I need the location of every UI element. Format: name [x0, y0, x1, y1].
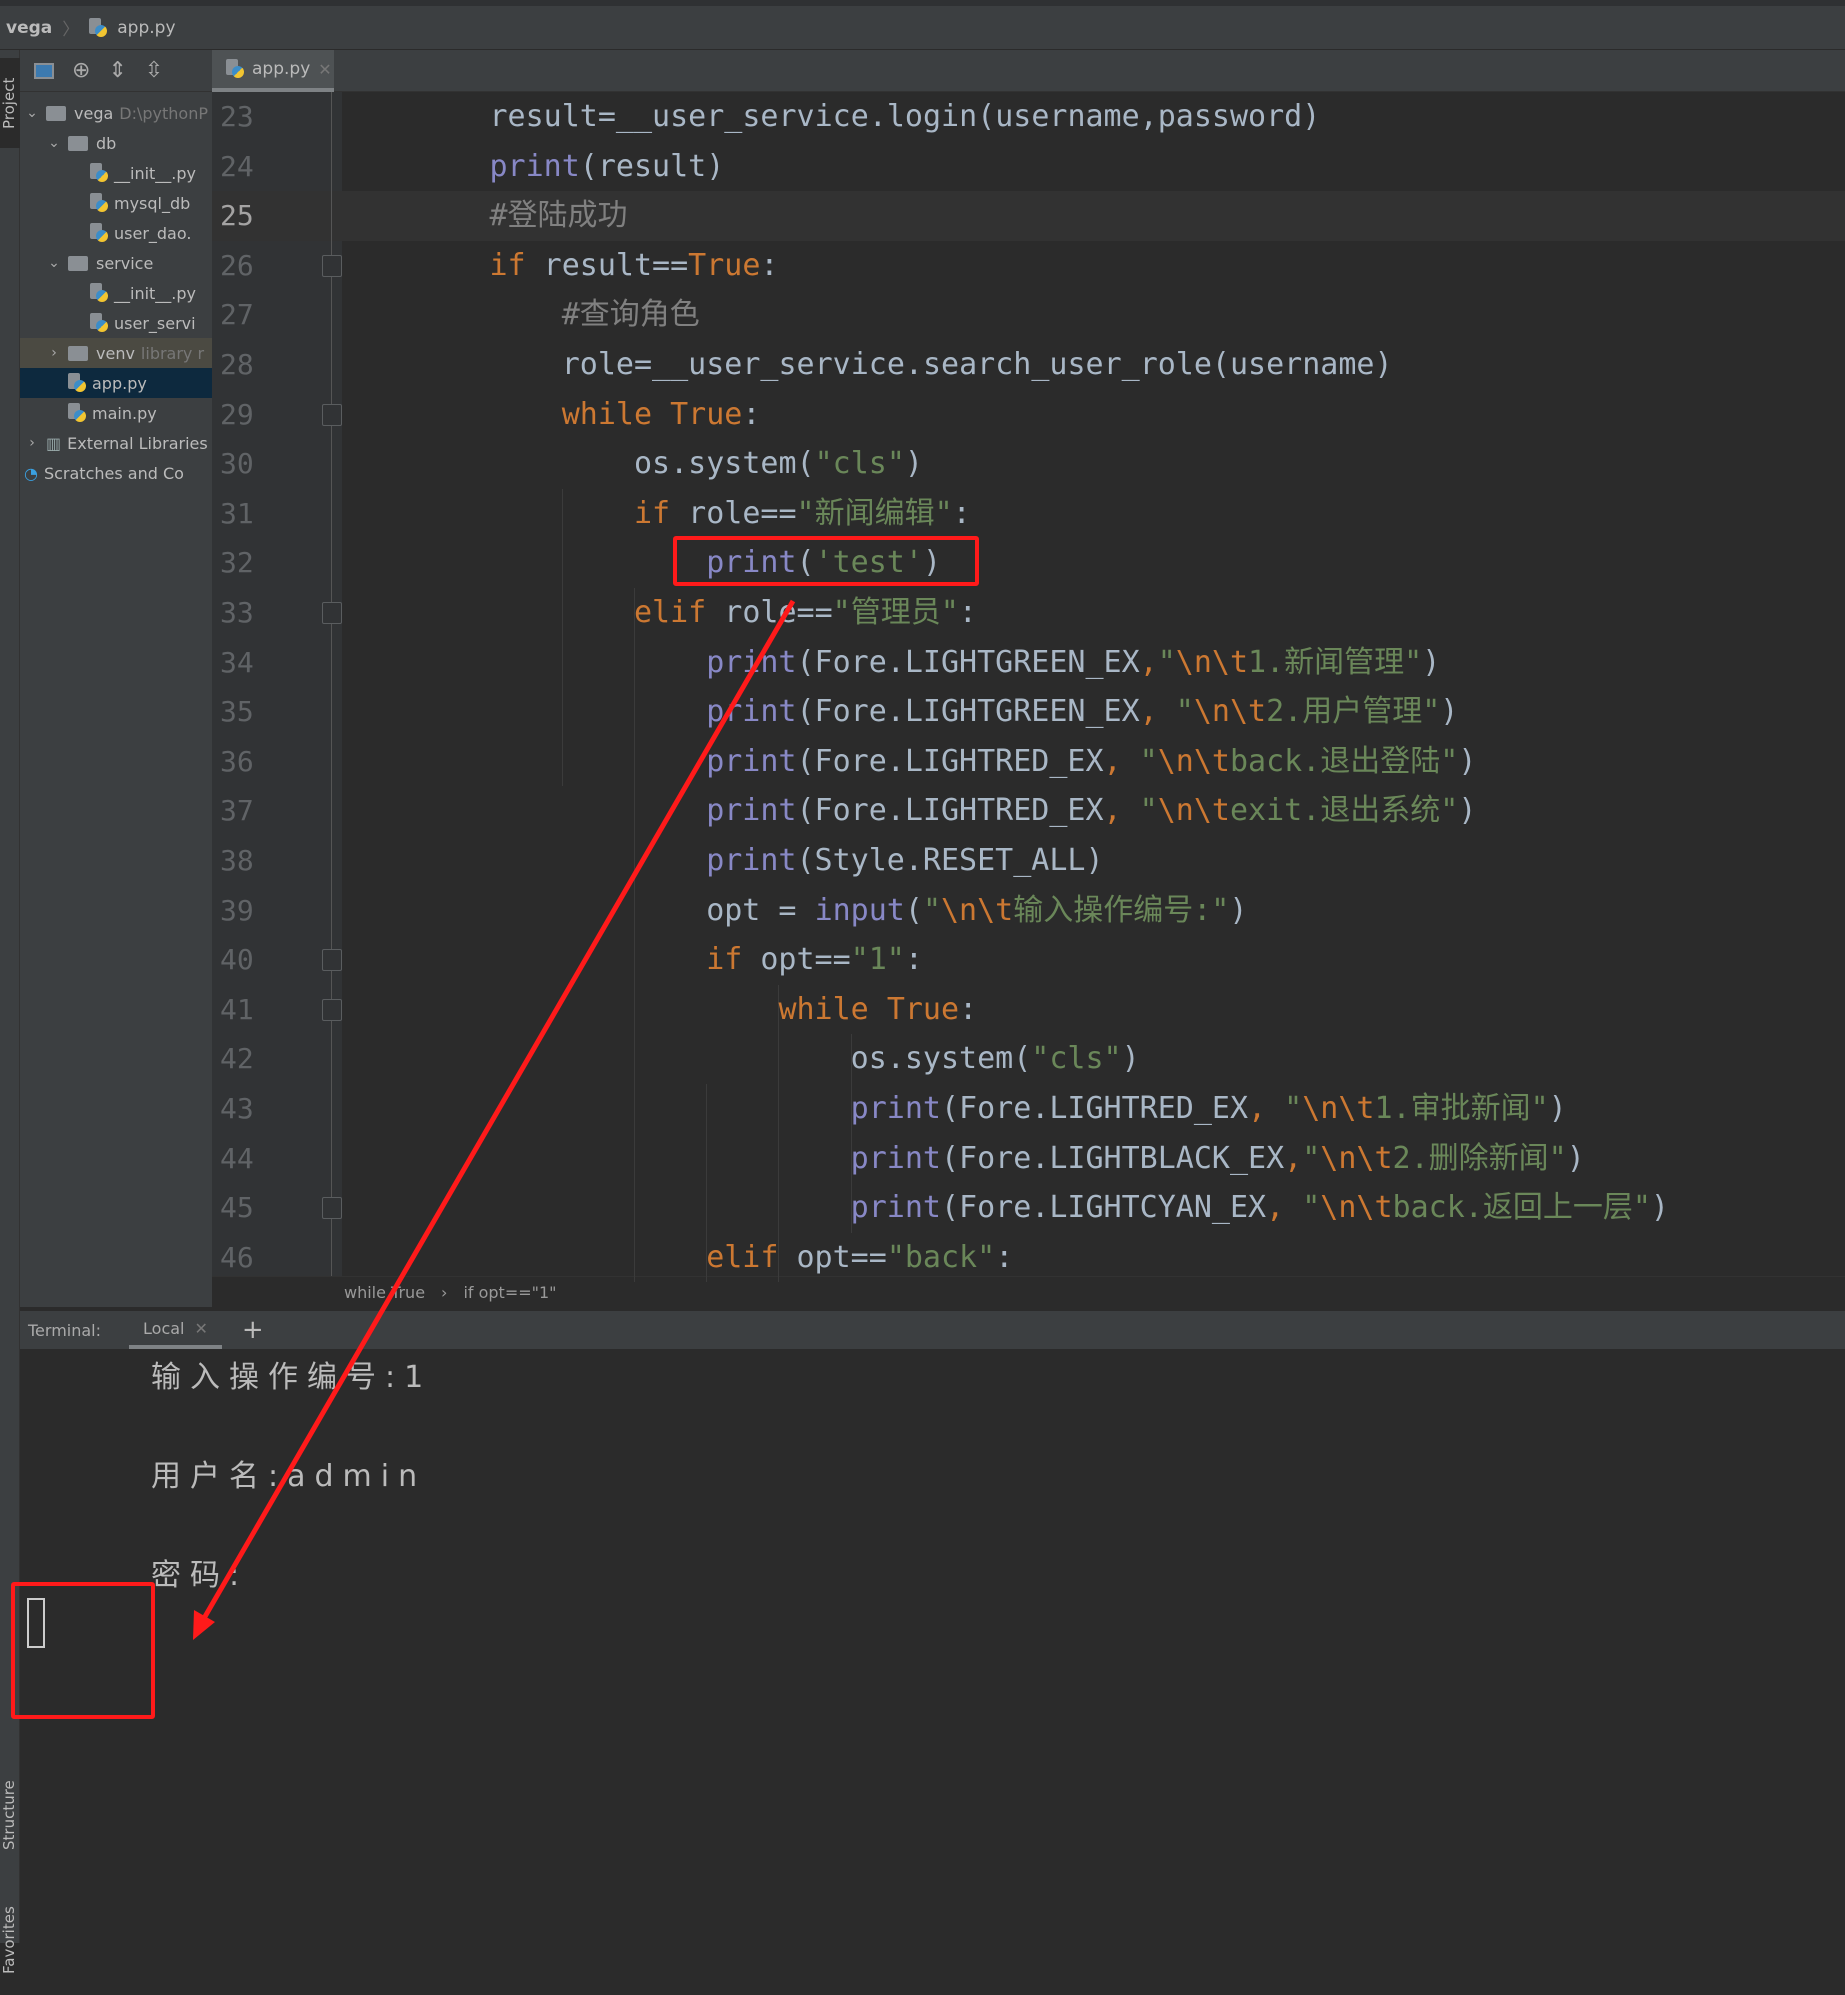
annotation-box-print-test — [673, 536, 979, 586]
arrow-line — [200, 599, 796, 1622]
annotation-arrow — [193, 599, 796, 1640]
annotation-box-cursor — [11, 1582, 155, 1719]
